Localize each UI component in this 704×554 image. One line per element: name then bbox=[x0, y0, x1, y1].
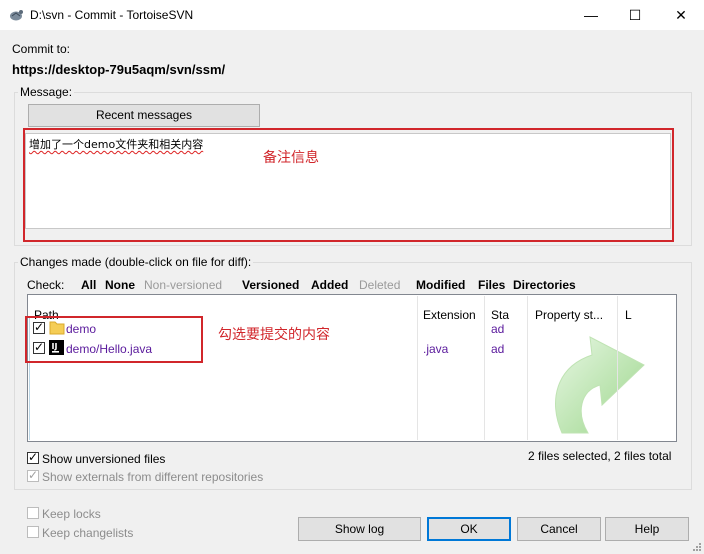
column-separator bbox=[417, 296, 418, 440]
help-button[interactable]: Help bbox=[605, 517, 689, 541]
cancel-button[interactable]: Cancel bbox=[517, 517, 601, 541]
row-status: ad bbox=[491, 342, 505, 356]
filter-files[interactable]: Files bbox=[478, 278, 505, 292]
filter-non-versioned: Non-versioned bbox=[144, 278, 223, 292]
changes-group-label: Changes made (double-click on file for d… bbox=[18, 255, 254, 269]
tortoisesvn-icon bbox=[10, 10, 23, 21]
show-unversioned-checkbox[interactable] bbox=[27, 450, 39, 464]
selection-highlight-box bbox=[25, 316, 203, 363]
minimize-button[interactable]: — bbox=[568, 0, 614, 30]
ok-button[interactable]: OK bbox=[427, 517, 511, 541]
close-button[interactable]: ✕ bbox=[658, 0, 704, 30]
row-extension: .java bbox=[423, 342, 449, 356]
message-group-label: Message: bbox=[18, 85, 75, 99]
column-extension[interactable]: Extension bbox=[423, 308, 476, 322]
commit-arrow-icon bbox=[555, 336, 645, 434]
column-separator bbox=[527, 296, 528, 440]
check-label: Check: bbox=[27, 278, 65, 292]
title-bar: D:\svn - Commit - TortoiseSVN — ☐ ✕ bbox=[0, 0, 704, 30]
column-separator bbox=[484, 296, 485, 440]
show-externals-label: Show externals from different repositori… bbox=[42, 470, 264, 484]
commit-url: https://desktop-79u5aqm/svn/ssm/ bbox=[12, 62, 226, 77]
show-unversioned-label[interactable]: Show unversioned files bbox=[42, 452, 165, 466]
keep-changelists-checkbox bbox=[27, 526, 39, 538]
commit-to-label: Commit to: bbox=[12, 42, 71, 56]
window-title: D:\svn - Commit - TortoiseSVN bbox=[30, 8, 194, 22]
column-lock[interactable]: L bbox=[625, 308, 632, 322]
resize-grip-icon[interactable] bbox=[690, 540, 702, 552]
keep-locks-checkbox bbox=[27, 507, 39, 519]
column-separator bbox=[617, 296, 618, 440]
files-summary: 2 files selected, 2 files total bbox=[528, 449, 672, 463]
filter-versioned[interactable]: Versioned bbox=[242, 278, 299, 292]
column-status[interactable]: Sta bbox=[491, 308, 509, 322]
show-externals-checkbox bbox=[27, 468, 39, 482]
filter-all[interactable]: All bbox=[81, 278, 96, 292]
maximize-button[interactable]: ☐ bbox=[612, 0, 658, 30]
column-property-status[interactable]: Property st... bbox=[535, 308, 603, 322]
message-annotation: 备注信息 bbox=[263, 150, 319, 166]
recent-messages-button[interactable]: Recent messages bbox=[28, 104, 260, 127]
filter-added[interactable]: Added bbox=[311, 278, 348, 292]
selection-annotation: 勾选要提交的内容 bbox=[218, 327, 330, 343]
show-log-button[interactable]: Show log bbox=[298, 517, 421, 541]
filter-none[interactable]: None bbox=[105, 278, 135, 292]
filter-modified[interactable]: Modified bbox=[416, 278, 465, 292]
row-status: ad bbox=[491, 322, 505, 336]
filter-deleted: Deleted bbox=[359, 278, 401, 292]
filter-directories[interactable]: Directories bbox=[513, 278, 576, 292]
message-highlight-box bbox=[23, 128, 674, 242]
keep-locks-label: Keep locks bbox=[42, 507, 101, 521]
keep-changelists-label: Keep changelists bbox=[42, 526, 134, 540]
